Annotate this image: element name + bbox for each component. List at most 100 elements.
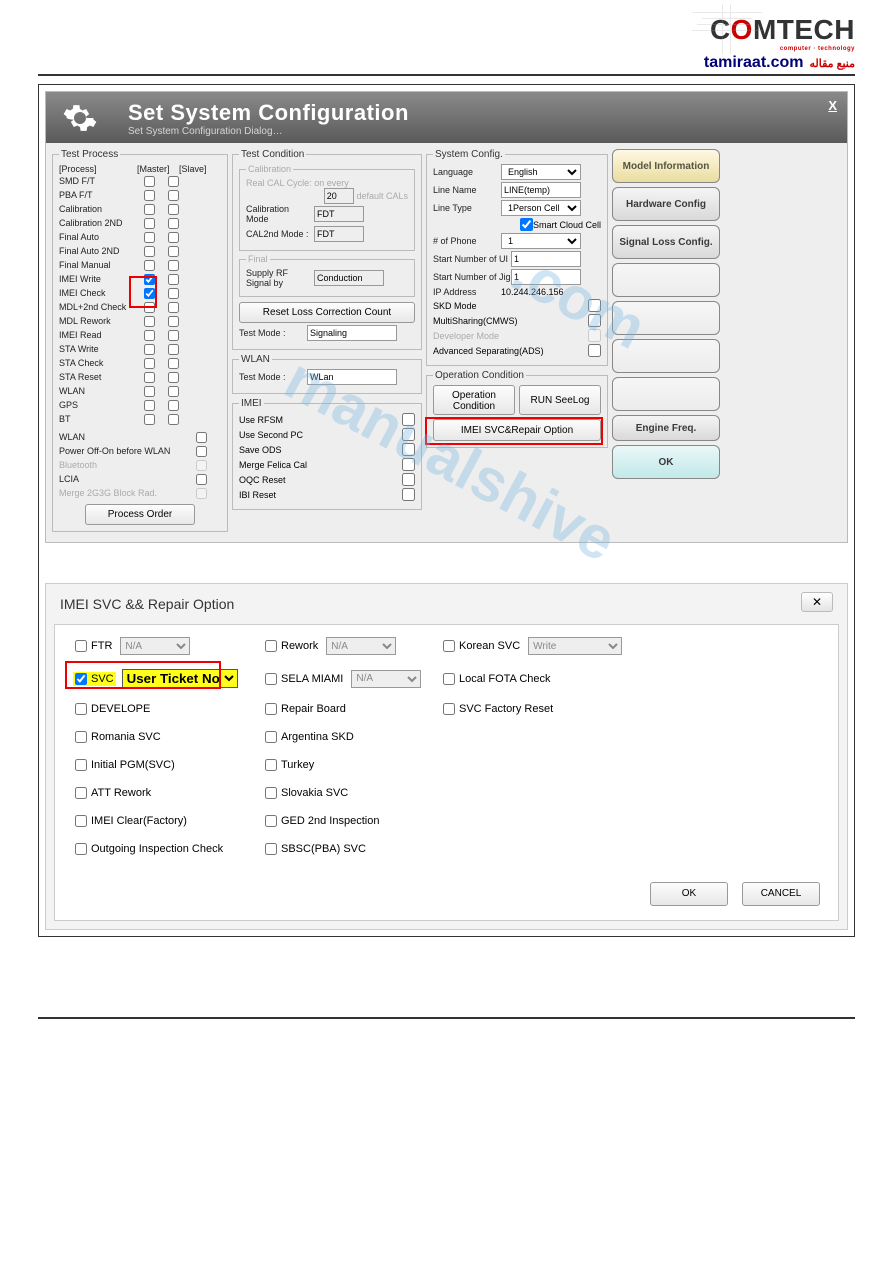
tp-slave-check[interactable]: [168, 386, 179, 397]
tp-slave-check[interactable]: [168, 358, 179, 369]
opt-select[interactable]: N/A: [120, 637, 190, 655]
start-ui-input[interactable]: [511, 251, 581, 267]
imei-opt-check[interactable]: [402, 413, 415, 426]
opt-check[interactable]: [75, 673, 87, 685]
opt-check[interactable]: [75, 815, 87, 827]
opt-check[interactable]: [265, 843, 277, 855]
tp-slave-check[interactable]: [168, 190, 179, 201]
opt-check[interactable]: [75, 787, 87, 799]
tp-extra-check[interactable]: [196, 474, 207, 485]
tp-slave-check[interactable]: [168, 316, 179, 327]
cal2nd-mode-select[interactable]: [314, 226, 364, 242]
smart-cloud-cell-check[interactable]: [520, 218, 533, 231]
tp-slave-check[interactable]: [168, 218, 179, 229]
opt-check[interactable]: [265, 731, 277, 743]
tp-slave-check[interactable]: [168, 246, 179, 257]
tp-master-check[interactable]: [144, 414, 155, 425]
opt-check[interactable]: [265, 640, 277, 652]
tp-master-check[interactable]: [144, 316, 155, 327]
opt-check[interactable]: [75, 731, 87, 743]
tp-master-check[interactable]: [144, 190, 155, 201]
imei-opt-check[interactable]: [402, 428, 415, 441]
tp-master-check[interactable]: [144, 246, 155, 257]
tp-master-check[interactable]: [144, 302, 155, 313]
multisharing-check[interactable]: [588, 314, 601, 327]
tp-slave-check[interactable]: [168, 344, 179, 355]
tp-slave-check[interactable]: [168, 288, 179, 299]
run-seelog-button[interactable]: RUN SeeLog: [519, 385, 601, 415]
opt-check[interactable]: [75, 703, 87, 715]
opt-check[interactable]: [443, 640, 455, 652]
dialog2-cancel-button[interactable]: CANCEL: [742, 882, 820, 906]
site-link[interactable]: tamiraat.com: [704, 54, 804, 72]
imei-opt-check[interactable]: [402, 473, 415, 486]
language-select[interactable]: English: [501, 164, 581, 180]
process-order-button[interactable]: Process Order: [85, 504, 195, 525]
operation-condition-button[interactable]: Operation Condition: [433, 385, 515, 415]
imei-svc-repair-button[interactable]: IMEI SVC&Repair Option: [433, 419, 601, 441]
hardware-config-button[interactable]: Hardware Config: [612, 187, 720, 221]
close-button[interactable]: X: [828, 98, 837, 113]
tp-extra-check[interactable]: [196, 432, 207, 443]
ads-check[interactable]: [588, 344, 601, 357]
tp-master-check[interactable]: [144, 274, 155, 285]
test-mode-select[interactable]: [307, 325, 397, 341]
skd-mode-check[interactable]: [588, 299, 601, 312]
tp-slave-check[interactable]: [168, 260, 179, 271]
imei-opt-check[interactable]: [402, 458, 415, 471]
opt-check[interactable]: [265, 673, 277, 685]
opt-check[interactable]: [75, 759, 87, 771]
tp-slave-check[interactable]: [168, 232, 179, 243]
opt-check[interactable]: [265, 787, 277, 799]
tp-master-check[interactable]: [144, 386, 155, 397]
ok-button[interactable]: OK: [612, 445, 720, 479]
line-type-select[interactable]: 1Person Cell: [501, 200, 581, 216]
tp-master-check[interactable]: [144, 358, 155, 369]
tp-master-check[interactable]: [144, 218, 155, 229]
tp-slave-check[interactable]: [168, 302, 179, 313]
tp-master-check[interactable]: [144, 372, 155, 383]
signal-loss-button[interactable]: Signal Loss Config.: [612, 225, 720, 259]
tp-master-check[interactable]: [144, 176, 155, 187]
opt-check[interactable]: [443, 673, 455, 685]
tp-master-check[interactable]: [144, 330, 155, 341]
calibration-mode-select[interactable]: [314, 206, 364, 222]
opt-select[interactable]: N/A: [326, 637, 396, 655]
supply-rf-select[interactable]: [314, 270, 384, 286]
opt-check[interactable]: [443, 703, 455, 715]
opt-check[interactable]: [265, 759, 277, 771]
wlan-test-mode-select[interactable]: [307, 369, 397, 385]
opt-check[interactable]: [75, 843, 87, 855]
tp-master-check[interactable]: [144, 232, 155, 243]
opt-select[interactable]: Write: [528, 637, 622, 655]
num-phone-select[interactable]: 1: [501, 233, 581, 249]
opt-check[interactable]: [75, 640, 87, 652]
tp-slave-check[interactable]: [168, 372, 179, 383]
real-cal-value[interactable]: [324, 188, 354, 204]
tp-slave-check[interactable]: [168, 414, 179, 425]
engine-freq-button[interactable]: Engine Freq.: [612, 415, 720, 441]
tp-slave-check[interactable]: [168, 400, 179, 411]
tp-master-check[interactable]: [144, 344, 155, 355]
opt-check[interactable]: [265, 815, 277, 827]
dialog2-ok-button[interactable]: OK: [650, 882, 728, 906]
tp-slave-check[interactable]: [168, 176, 179, 187]
tp-master-check[interactable]: [144, 260, 155, 271]
tp-master-check[interactable]: [144, 400, 155, 411]
tp-master-check[interactable]: [144, 288, 155, 299]
opt-select[interactable]: User Ticket No: [122, 669, 238, 688]
tp-slave-check[interactable]: [168, 330, 179, 341]
opt-select[interactable]: N/A: [351, 670, 421, 688]
tp-master-check[interactable]: [144, 204, 155, 215]
imei-opt-check[interactable]: [402, 443, 415, 456]
opt-check[interactable]: [265, 703, 277, 715]
imei-opt-check[interactable]: [402, 488, 415, 501]
tp-extra-check[interactable]: [196, 446, 207, 457]
dialog2-close-button[interactable]: ✕: [801, 592, 833, 612]
tp-slave-check[interactable]: [168, 204, 179, 215]
model-info-button[interactable]: Model Information: [612, 149, 720, 183]
start-jig-input[interactable]: [511, 269, 581, 285]
line-name-input[interactable]: [501, 182, 581, 198]
tp-slave-check[interactable]: [168, 274, 179, 285]
reset-loss-button[interactable]: Reset Loss Correction Count: [239, 302, 415, 323]
